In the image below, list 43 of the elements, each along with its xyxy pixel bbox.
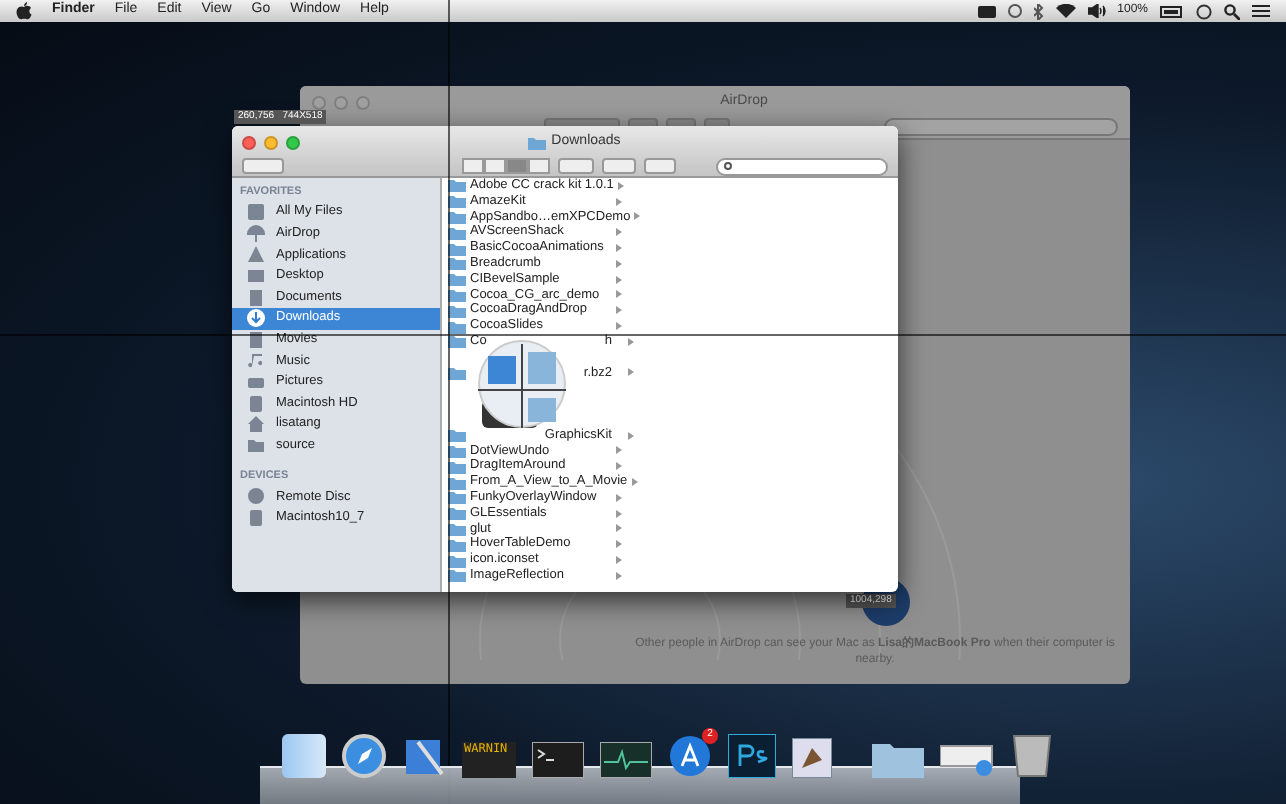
volume-icon[interactable] (1087, 4, 1106, 18)
photoshop-icon[interactable] (728, 734, 776, 778)
search-icon (723, 161, 734, 171)
folder-icon (527, 135, 546, 150)
back-forward-button[interactable] (242, 158, 284, 174)
arrange-button[interactable] (666, 117, 696, 125)
music-note-icon (246, 350, 266, 371)
list-icon[interactable] (1252, 4, 1270, 18)
terminal-icon[interactable] (532, 742, 584, 778)
house-icon (246, 414, 266, 435)
compass-icon[interactable] (342, 734, 386, 778)
monitor-icon (246, 266, 266, 287)
action-button[interactable] (628, 117, 659, 125)
bluetooth-icon[interactable] (1033, 3, 1044, 19)
search-field[interactable] (715, 157, 888, 175)
search-field[interactable] (884, 117, 1119, 135)
search-icon[interactable] (1224, 3, 1240, 19)
bird-stamp-icon[interactable] (792, 738, 832, 778)
hammer-icon[interactable] (402, 734, 446, 778)
trash-icon[interactable] (1012, 730, 1052, 778)
document-icon (246, 287, 266, 308)
action-button[interactable] (557, 158, 595, 174)
airdrop-icon (246, 223, 266, 244)
share-button[interactable] (643, 158, 676, 174)
view-mode-button[interactable] (527, 158, 550, 174)
apps-icon (246, 244, 266, 265)
film-icon (246, 329, 266, 350)
camera-icon[interactable] (977, 5, 996, 17)
arrange-button[interactable] (602, 158, 636, 174)
battery-icon[interactable] (1160, 5, 1184, 17)
files-icon (246, 202, 266, 223)
clock-icon[interactable] (1007, 4, 1022, 18)
disc-icon (246, 486, 266, 507)
app-store-icon[interactable] (668, 734, 712, 778)
view-mode-button[interactable] (483, 158, 506, 174)
download-icon (246, 308, 266, 329)
heartbeat-monitor-icon[interactable] (600, 742, 652, 778)
wifi-icon[interactable] (1055, 4, 1076, 18)
camera-icon (246, 372, 266, 393)
view-mode-button[interactable] (461, 158, 484, 174)
apple-logo-icon[interactable] (16, 2, 32, 20)
folder-icon[interactable] (872, 738, 924, 778)
folder-icon (246, 435, 266, 456)
